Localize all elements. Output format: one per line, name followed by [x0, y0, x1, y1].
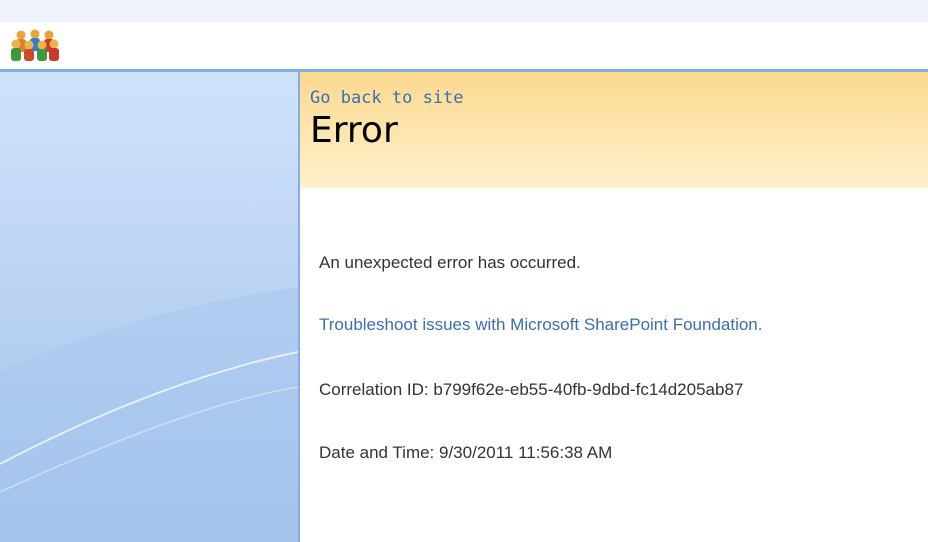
top-strip [0, 0, 928, 22]
error-page: Go back to site Error An unexpected erro… [0, 0, 928, 542]
sharepoint-people-logo-icon[interactable] [8, 28, 62, 62]
go-back-to-site-link[interactable]: Go back to site [310, 88, 464, 108]
header-bar [0, 22, 928, 72]
page-title: Error [310, 110, 398, 151]
left-navigation-panel [0, 72, 300, 542]
date-and-time: Date and Time: 9/30/2011 11:56:38 AM [319, 443, 613, 462]
error-message: An unexpected error has occurred. [319, 253, 581, 272]
troubleshoot-link[interactable]: Troubleshoot issues with Microsoft Share… [319, 315, 763, 335]
error-content: An unexpected error has occurred. Troubl… [300, 188, 928, 542]
nav-swoosh-decoration [0, 287, 298, 542]
title-area: Go back to site Error [300, 72, 928, 188]
correlation-id: Correlation ID: b799f62e-eb55-40fb-9dbd-… [319, 380, 744, 399]
